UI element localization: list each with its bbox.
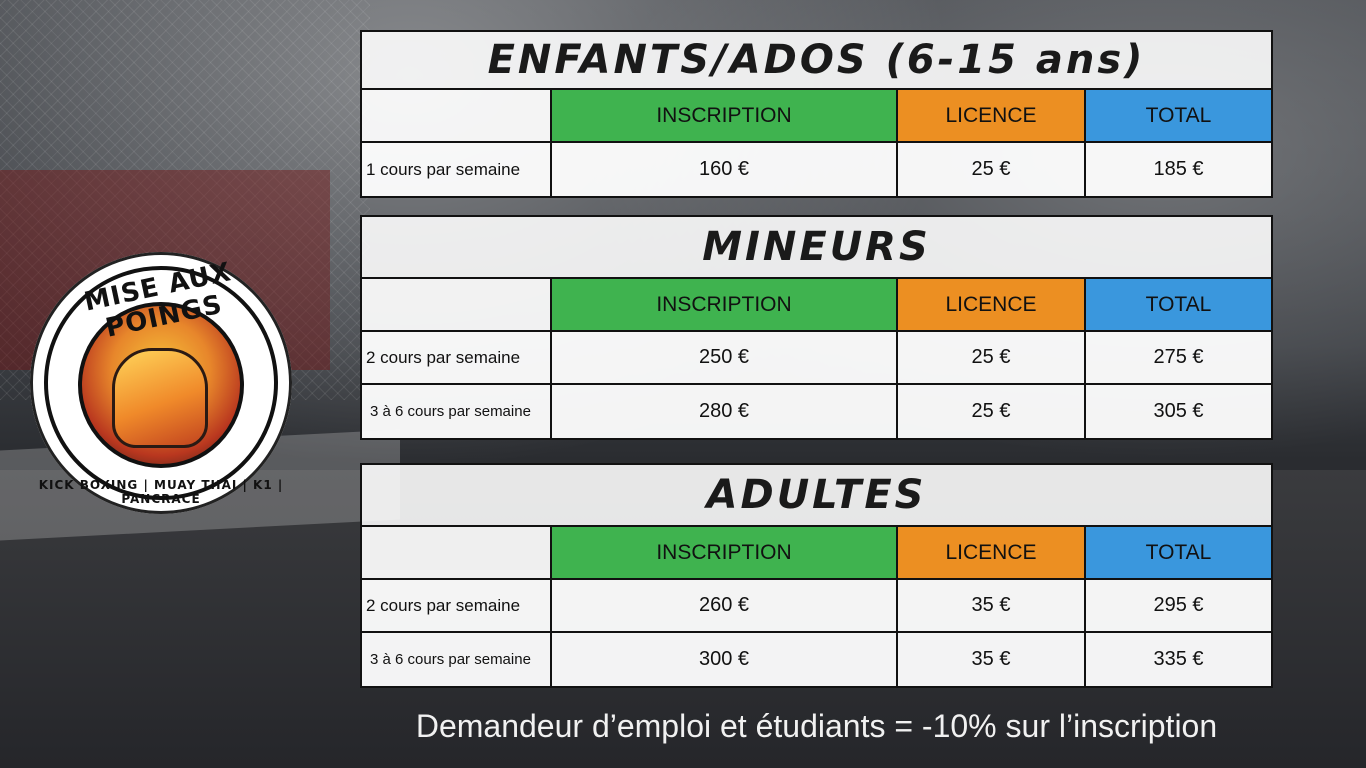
inscription-value: 300 € bbox=[552, 633, 898, 686]
row-label: 3 à 6 cours par semaine bbox=[362, 633, 552, 686]
header-blank-cell bbox=[362, 527, 552, 580]
logo-subtitle: KICK BOXING | MUAY THAI | K1 | PANCRACE bbox=[38, 478, 284, 506]
header-inscription: INSCRIPTION bbox=[552, 279, 898, 332]
header-inscription: INSCRIPTION bbox=[552, 527, 898, 580]
total-value: 275 € bbox=[1086, 332, 1271, 385]
licence-value: 35 € bbox=[898, 633, 1086, 686]
pricing-table-enfants-ados: ENFANTS/ADOS (6-15 ans) INSCRIPTION LICE… bbox=[360, 30, 1273, 198]
row-label: 2 cours par semaine bbox=[362, 332, 552, 385]
discount-note: Demandeur d’emploi et étudiants = -10% s… bbox=[415, 708, 1218, 744]
total-value: 305 € bbox=[1086, 385, 1271, 438]
total-value: 295 € bbox=[1086, 580, 1271, 633]
inscription-value: 280 € bbox=[552, 385, 898, 438]
total-value: 185 € bbox=[1086, 143, 1271, 196]
header-blank-cell bbox=[362, 90, 552, 143]
fist-icon bbox=[112, 348, 208, 448]
header-inscription: INSCRIPTION bbox=[552, 90, 898, 143]
row-label: 2 cours par semaine bbox=[362, 580, 552, 633]
licence-value: 25 € bbox=[898, 143, 1086, 196]
header-licence: LICENCE bbox=[898, 90, 1086, 143]
licence-value: 35 € bbox=[898, 580, 1086, 633]
row-label: 3 à 6 cours par semaine bbox=[362, 385, 552, 438]
total-value: 335 € bbox=[1086, 633, 1271, 686]
inscription-value: 260 € bbox=[552, 580, 898, 633]
inscription-value: 160 € bbox=[552, 143, 898, 196]
header-licence: LICENCE bbox=[898, 527, 1086, 580]
row-label: 1 cours par semaine bbox=[362, 143, 552, 196]
header-blank-cell bbox=[362, 279, 552, 332]
header-total: TOTAL bbox=[1086, 90, 1271, 143]
section-title: ENFANTS/ADOS (6-15 ans) bbox=[362, 32, 1271, 90]
inscription-value: 250 € bbox=[552, 332, 898, 385]
header-total: TOTAL bbox=[1086, 527, 1271, 580]
section-title: ADULTES bbox=[362, 465, 1271, 527]
licence-value: 25 € bbox=[898, 385, 1086, 438]
header-licence: LICENCE bbox=[898, 279, 1086, 332]
pricing-table-adultes: ADULTES INSCRIPTION LICENCE TOTAL 2 cour… bbox=[360, 463, 1273, 688]
header-total: TOTAL bbox=[1086, 279, 1271, 332]
section-title: MINEURS bbox=[362, 217, 1271, 279]
club-logo: MISE AUX POINGS KICK BOXING | MUAY THAI … bbox=[30, 252, 292, 514]
licence-value: 25 € bbox=[898, 332, 1086, 385]
pricing-table-mineurs: MINEURS INSCRIPTION LICENCE TOTAL 2 cour… bbox=[360, 215, 1273, 440]
